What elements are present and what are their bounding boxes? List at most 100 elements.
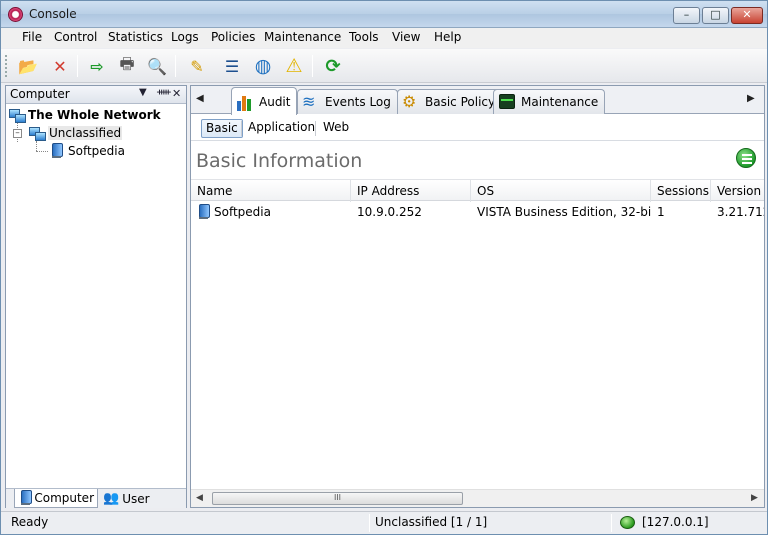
tab-label: Audit — [259, 94, 291, 109]
menu-file[interactable]: File — [20, 30, 44, 44]
tree-node-whole-network[interactable]: The Whole Network — [9, 106, 161, 124]
report-button[interactable]: ☰ — [220, 54, 244, 78]
details-pane: ◀ Audit ≋ Events Log ⚙ Basic Policy Main… — [190, 85, 765, 508]
menu-maintenance[interactable]: Maintenance — [262, 30, 343, 44]
menu-logs[interactable]: Logs — [169, 30, 201, 44]
users-icon: 👥 — [103, 491, 120, 506]
subtab-application[interactable]: Application — [244, 119, 319, 138]
note-button[interactable]: ✎ — [185, 54, 209, 78]
tree-node-label: Softpedia — [68, 144, 125, 158]
tab-label: Events Log — [325, 95, 391, 109]
scroll-thumb[interactable]: III — [212, 492, 463, 505]
computer-pane-header: Computer ▼ ᚔ ✕ — [6, 86, 186, 104]
maintenance-icon — [498, 93, 516, 111]
tab-scroll-left-icon[interactable]: ◀ — [196, 93, 204, 104]
tab-maintenance[interactable]: Maintenance — [493, 89, 606, 114]
import-icon: ⇨ — [90, 56, 104, 76]
subtab-separator — [315, 121, 316, 136]
console-window: Console – □ ✕ File Control Statistics Lo… — [0, 0, 768, 535]
warning-button[interactable]: ⚠ — [282, 54, 306, 78]
tab-scroll-right-icon[interactable]: ▶ — [747, 93, 755, 104]
tab-label: Maintenance — [521, 95, 599, 109]
menu-policies[interactable]: Policies — [209, 30, 257, 44]
status-server-address: [127.0.0.1] — [642, 515, 709, 529]
tab-label: User — [122, 491, 150, 506]
close-button[interactable]: ✕ — [731, 7, 763, 24]
globe-icon: ◍ — [254, 55, 272, 77]
scroll-right-icon[interactable]: ▶ — [751, 493, 758, 503]
tree-node-label: Unclassified — [48, 126, 123, 140]
computer-icon — [49, 143, 65, 159]
column-header-version[interactable]: Version — [711, 180, 764, 202]
toolbar: 📂 ✕ ⇨ 🖶 🔍 ✎ ☰ ◍ ⚠ ⟳ — [1, 49, 767, 83]
column-header-os[interactable]: OS — [471, 180, 651, 202]
computer-icon — [18, 490, 33, 506]
delete-button[interactable]: ✕ — [48, 54, 72, 78]
menu-tools[interactable]: Tools — [347, 30, 381, 44]
list-options-icon[interactable] — [736, 148, 756, 168]
toolbar-grip[interactable] — [5, 55, 8, 77]
cell-sessions: 1 — [657, 205, 665, 219]
status-separator — [611, 514, 612, 532]
minimize-button[interactable]: – — [673, 7, 700, 24]
tree-line — [36, 141, 37, 151]
subtab-web[interactable]: Web — [319, 119, 353, 138]
delete-icon: ✕ — [53, 56, 67, 76]
app-icon — [8, 7, 23, 22]
scroll-left-icon[interactable]: ◀ — [196, 493, 203, 503]
refresh-button[interactable]: ⟳ — [321, 54, 345, 78]
menu-control[interactable]: Control — [52, 30, 99, 44]
collapse-expander-icon[interactable]: – — [13, 129, 22, 138]
tab-audit[interactable]: Audit — [231, 87, 298, 115]
menu-view[interactable]: View — [390, 30, 422, 44]
table-row[interactable]: Softpedia 10.9.0.252 VISTA Business Edit… — [191, 202, 764, 222]
chart-icon — [236, 93, 254, 111]
tab-basic-policy[interactable]: ⚙ Basic Policy — [397, 89, 503, 114]
toolbar-separator — [77, 55, 78, 77]
tree-node-unclassified[interactable]: Unclassified — [29, 124, 123, 142]
warning-icon: ⚠ — [285, 55, 303, 77]
network-tree: The Whole Network – Unclassified Softped… — [6, 105, 186, 485]
column-header-ip[interactable]: IP Address — [351, 180, 471, 202]
subtab-basic[interactable]: Basic — [201, 119, 243, 138]
title-bar[interactable]: Console – □ ✕ — [1, 1, 767, 28]
maximize-button[interactable]: □ — [702, 7, 729, 24]
events-log-icon: ≋ — [302, 92, 316, 111]
print-preview-button[interactable]: 🔍 — [145, 54, 169, 78]
status-bar: Ready Unclassified [1 / 1] [127.0.0.1] — [1, 511, 767, 534]
print-icon: 🖶 — [119, 53, 135, 73]
report-icon: ☰ — [224, 56, 240, 76]
new-folder-icon: 📂 — [18, 56, 38, 76]
section-title: Basic Information — [196, 150, 363, 172]
refresh-icon: ⟳ — [325, 55, 341, 77]
pane-tab-strip: Computer 👥 User — [6, 488, 186, 508]
tab-events-log[interactable]: ≋ Events Log — [297, 89, 398, 114]
table-header: Name IP Address OS Sessions Version — [191, 179, 764, 202]
network-icon — [9, 107, 26, 123]
cell-os: VISTA Business Edition, 32-bit — [477, 205, 651, 219]
cell-version: 3.21.712 — [717, 205, 764, 219]
subtab-separator — [241, 121, 242, 136]
cell-ip: 10.9.0.252 — [357, 205, 422, 219]
pane-dropdown-icon[interactable]: ▼ — [139, 87, 147, 98]
pane-close-icon[interactable]: ✕ — [172, 87, 181, 100]
tab-computer[interactable]: Computer — [14, 489, 98, 508]
column-header-sessions[interactable]: Sessions — [651, 180, 711, 202]
toolbar-separator — [175, 55, 176, 77]
status-separator — [369, 514, 370, 532]
new-folder-button[interactable]: 📂 — [16, 54, 40, 78]
tree-node-softpedia[interactable]: Softpedia — [49, 142, 125, 160]
tab-label: Basic Policy — [425, 95, 496, 109]
menu-statistics[interactable]: Statistics — [106, 30, 165, 44]
tab-user[interactable]: 👥 User — [100, 489, 152, 508]
import-button[interactable]: ⇨ — [85, 54, 109, 78]
menu-help[interactable]: Help — [432, 30, 463, 44]
pane-pin-icon[interactable]: ᚔ — [157, 87, 171, 98]
window-title: Console — [29, 7, 77, 21]
column-header-name[interactable]: Name — [191, 180, 351, 202]
computer-pane: Computer ▼ ᚔ ✕ The Whole Network – Uncla… — [5, 85, 187, 508]
horizontal-scrollbar[interactable]: ◀ III ▶ — [191, 489, 764, 507]
globe-button[interactable]: ◍ — [251, 54, 275, 78]
print-button[interactable]: 🖶 — [115, 54, 139, 78]
status-group-count: Unclassified [1 / 1] — [375, 515, 488, 529]
